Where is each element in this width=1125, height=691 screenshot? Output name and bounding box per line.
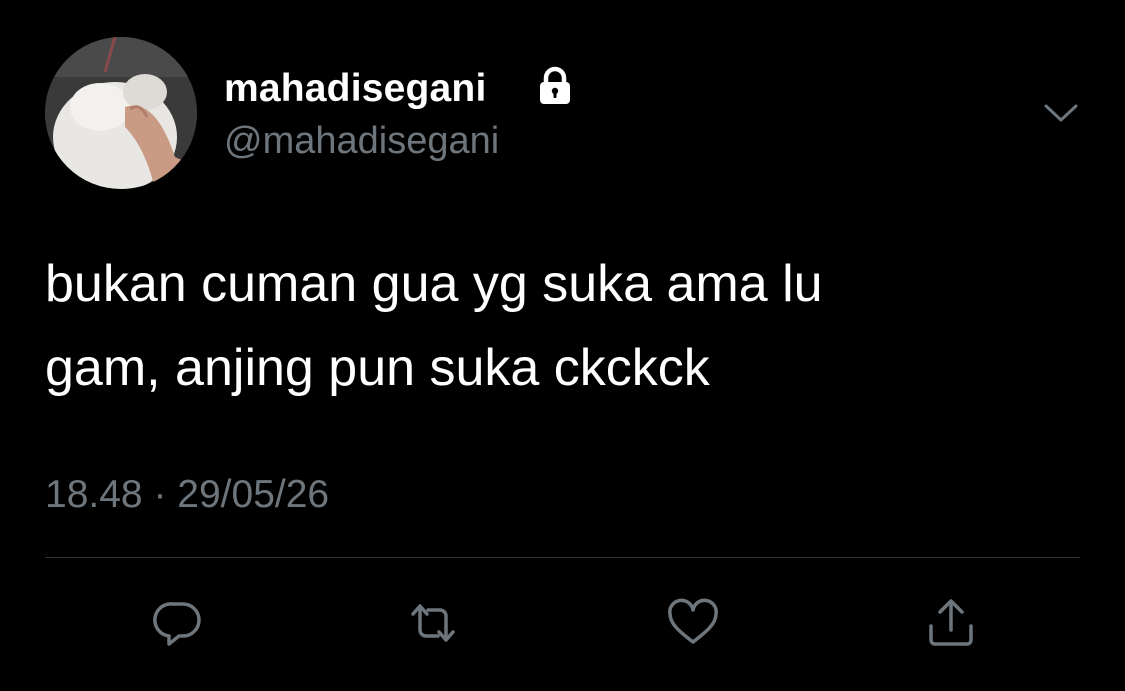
- user-handle[interactable]: @mahadisegani: [224, 118, 499, 164]
- share-icon: [929, 599, 973, 646]
- retweet-button[interactable]: [400, 590, 466, 656]
- timestamp-separator: ·: [153, 473, 167, 516]
- like-button[interactable]: [660, 590, 726, 656]
- divider: [45, 557, 1080, 558]
- display-name[interactable]: mahadisegani: [224, 66, 487, 112]
- retweet-icon: [411, 604, 455, 642]
- avatar[interactable]: [45, 37, 197, 189]
- tweet-text: bukan cuman gua yg suka ama lu gam, anji…: [45, 255, 823, 397]
- lock-icon: [533, 66, 577, 106]
- tweet-timestamp[interactable]: 18.48 · 29/05/26: [45, 470, 329, 520]
- share-button[interactable]: [918, 590, 984, 656]
- tweet-time: 18.48: [45, 473, 143, 516]
- chevron-down-icon[interactable]: [1038, 96, 1084, 130]
- tweet-date: 29/05/26: [177, 473, 330, 516]
- avatar-image: [45, 37, 197, 189]
- reply-button[interactable]: [145, 590, 211, 656]
- heart-icon: [668, 598, 718, 644]
- reply-icon: [153, 602, 201, 646]
